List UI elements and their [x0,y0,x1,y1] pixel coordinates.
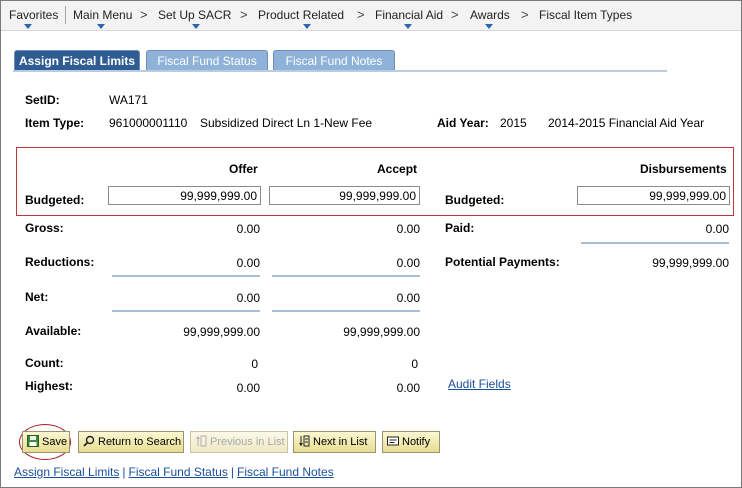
net-offer-underline [112,310,260,312]
budgeted-offer-input[interactable] [108,186,261,205]
count-accept-value: 0 [411,357,418,371]
tab-assign-fiscal-limits[interactable]: Assign Fiscal Limits [14,50,140,71]
footer-link-fiscal-fund-status[interactable]: Fiscal Fund Status [128,465,227,479]
budgeted-highlight-box [16,147,734,216]
paid-value: 0.00 [705,222,729,236]
search-icon [83,435,95,447]
nav-favorites[interactable]: Favorites [9,8,58,22]
footer-link-fiscal-fund-notes[interactable]: Fiscal Fund Notes [237,465,334,479]
notify-label: Notify [402,436,431,448]
nav-main-menu[interactable]: Main Menu [73,8,132,22]
gross-label: Gross: [25,221,64,235]
reductions-offer-underline [112,275,260,277]
aid-year-description: 2014-2015 Financial Aid Year [548,116,705,130]
product-related-dropdown-icon[interactable] [303,24,311,29]
breadcrumb-chevron-icon: > [521,7,529,22]
footer-separator: | [230,465,234,479]
next-in-list-label: Next in List [313,436,368,448]
item-type-code: 961000001110 [109,116,188,130]
offer-column-header: Offer [229,162,258,176]
available-accept-value: 99,999,999.00 [343,325,420,339]
gross-offer-value: 0.00 [236,222,260,236]
notify-icon [387,436,399,446]
setid-value: WA171 [109,93,148,107]
reductions-label: Reductions: [25,255,95,269]
net-label: Net: [25,290,49,304]
nav-separator [65,6,66,24]
breadcrumb-chevron-icon: > [451,7,459,22]
tab-fiscal-fund-notes[interactable]: Fiscal Fund Notes [273,50,395,71]
return-to-search-button[interactable]: Return to Search [78,431,184,453]
aid-year-label: Aid Year: [437,116,489,130]
budgeted-disb-label: Budgeted: [445,193,505,207]
breadcrumb-chevron-icon: > [140,7,148,22]
notify-button[interactable]: Notify [382,431,440,453]
item-type-label: Item Type: [25,116,85,130]
top-nav-bar: Favorites Main Menu > Set Up SACR > Prod… [1,1,741,31]
budgeted-offer-label: Budgeted: [25,193,85,207]
item-type-description: Subsidized Direct Ln 1-New Fee [200,116,373,130]
budgeted-disbursements-input[interactable] [577,186,730,205]
count-offer-value: 0 [251,357,258,371]
next-list-icon [299,435,310,447]
save-button[interactable]: Save [22,431,70,453]
disbursements-column-header: Disbursements [640,162,727,176]
setid-label: SetID: [25,93,60,107]
main-menu-dropdown-icon[interactable] [97,24,105,29]
budgeted-accept-input[interactable] [269,186,420,205]
breadcrumb-chevron-icon: > [240,7,248,22]
aid-year-value: 2015 [500,116,527,130]
accept-column-header: Accept [377,162,418,176]
footer-page-links: Assign Fiscal Limits | Fiscal Fund Status |… [14,465,334,479]
financial-aid-dropdown-icon[interactable] [404,24,412,29]
highest-label: Highest: [25,379,73,393]
return-to-search-label: Return to Search [98,436,182,448]
highest-accept-value: 0.00 [396,381,420,395]
tab-underline [13,70,667,72]
window-frame [0,0,742,488]
setup-sacr-dropdown-icon[interactable] [192,24,200,29]
audit-fields-link[interactable]: Audit Fields [448,377,511,391]
net-accept-underline [272,310,420,312]
potential-payments-label: Potential Payments: [445,255,560,269]
save-icon [27,435,39,447]
footer-link-assign-fiscal-limits[interactable]: Assign Fiscal Limits [14,465,119,479]
available-offer-value: 99,999,999.00 [183,325,260,339]
previous-in-list-label: Previous in List [210,436,285,448]
previous-in-list-button[interactable]: Previous in List [190,431,288,453]
net-offer-value: 0.00 [236,291,260,305]
footer-separator: | [122,465,126,479]
nav-setup-sacr[interactable]: Set Up SACR [158,8,231,22]
nav-product-related[interactable]: Product Related [258,8,344,22]
highest-offer-value: 0.00 [236,381,260,395]
reductions-accept-value: 0.00 [396,256,420,270]
favorites-dropdown-icon[interactable] [24,24,32,29]
potential-payments-value: 99,999,999.00 [652,256,729,270]
nav-fiscal-item-types[interactable]: Fiscal Item Types [539,8,632,22]
gross-accept-value: 0.00 [396,222,420,236]
reductions-accept-underline [272,275,420,277]
awards-dropdown-icon[interactable] [485,24,493,29]
reductions-offer-value: 0.00 [236,256,260,270]
count-label: Count: [25,356,64,370]
nav-awards[interactable]: Awards [470,8,510,22]
net-accept-value: 0.00 [396,291,420,305]
paid-label: Paid: [445,221,475,235]
nav-financial-aid[interactable]: Financial Aid [375,8,443,22]
save-button-label: Save [42,436,68,448]
previous-list-icon [196,435,207,447]
breadcrumb-chevron-icon: > [357,7,365,22]
paid-underline [581,242,729,244]
next-in-list-button[interactable]: Next in List [293,431,376,453]
available-label: Available: [25,324,82,338]
tab-fiscal-fund-status[interactable]: Fiscal Fund Status [146,50,268,71]
